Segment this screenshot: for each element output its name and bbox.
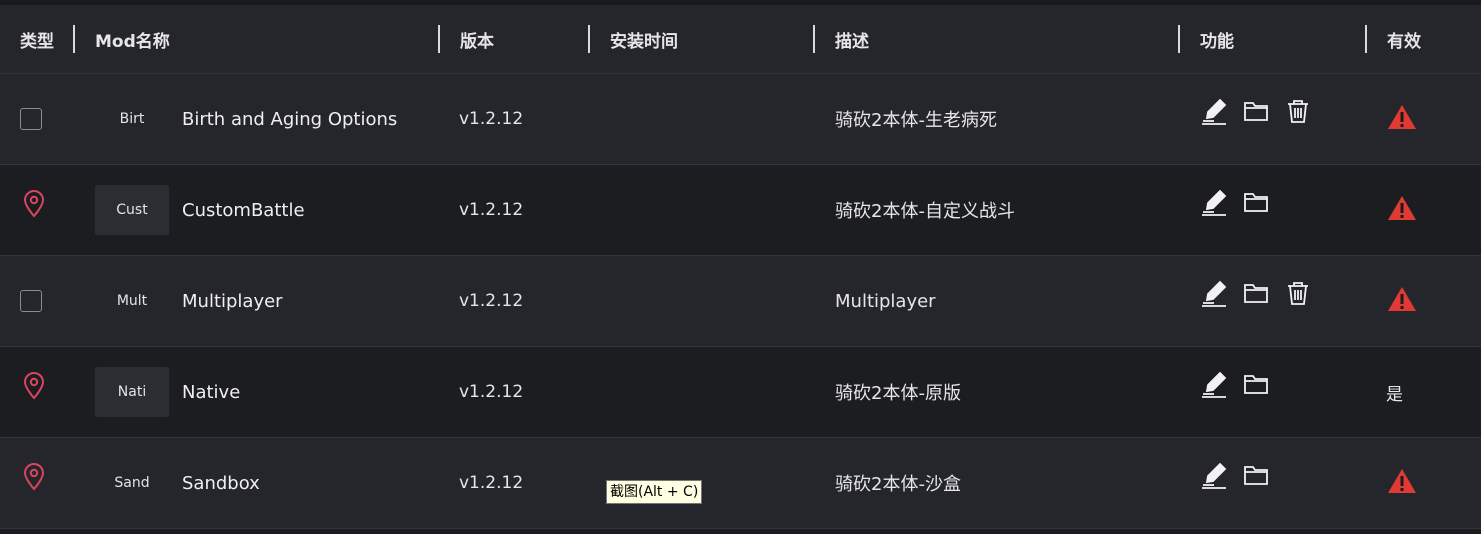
mod-description: 骑砍2本体-生老病死 [835,110,997,131]
mod-description: Multiplayer [835,290,936,312]
valid-cell [1386,438,1418,528]
edit-icon[interactable] [1200,188,1228,220]
mod-version: v1.2.12 [459,200,524,220]
mod-name: Birth and Aging Options [182,108,398,130]
header-functions[interactable]: 功能 [1200,5,1234,73]
header-description[interactable]: 描述 [835,5,869,73]
function-cell [1200,432,1270,522]
mod-thumbnail: Birt [119,111,145,127]
mod-version: v1.2.12 [459,382,524,402]
valid-cell [1386,165,1418,255]
select-checkbox[interactable] [20,108,42,130]
mod-description: 骑砍2本体-沙盒 [835,474,961,495]
thumb-cell: Cust [95,165,169,255]
type-cell [20,256,42,346]
warning-icon [1386,103,1418,135]
screenshot-tooltip: 截图(Alt + C) [606,480,703,504]
location-pin-icon[interactable] [22,372,46,404]
table-header: 类型 Mod名称 版本 安装时间 描述 功能 有效 [0,5,1481,74]
mod-version: v1.2.12 [459,291,524,311]
edit-icon[interactable] [1200,97,1228,129]
location-pin-icon[interactable] [22,463,46,495]
thumb-cell: Mult [95,256,169,346]
valid-text: 是 [1386,384,1403,405]
mod-thumbnail: Cust [95,185,169,235]
function-cell [1200,250,1312,340]
folder-icon[interactable] [1242,97,1270,129]
thumb-cell: Nati [95,347,169,437]
mod-name: Native [182,381,241,403]
warning-icon [1386,467,1418,499]
type-cell [20,74,42,164]
folder-icon[interactable] [1242,188,1270,220]
mod-thumbnail: Nati [95,367,169,417]
type-cell [20,347,46,437]
column-resizer[interactable] [1365,25,1367,53]
table-row[interactable]: Mult Multiplayer v1.2.12 Multiplayer [0,256,1481,347]
delete-icon[interactable] [1284,97,1312,129]
folder-icon[interactable] [1242,461,1270,493]
valid-cell: 是 [1386,347,1403,437]
header-type[interactable]: 类型 [20,5,54,73]
mod-manager: 类型 Mod名称 版本 安装时间 描述 功能 有效 Birt Birth and … [0,0,1481,534]
mod-name: CustomBattle [182,199,305,221]
select-checkbox[interactable] [20,290,42,312]
mod-description: 骑砍2本体-原版 [835,383,961,404]
column-resizer[interactable] [438,25,440,53]
mod-version: v1.2.12 [459,473,524,493]
function-cell [1200,159,1270,249]
valid-cell [1386,74,1418,164]
table-row[interactable]: Nati Native v1.2.12 骑砍2本体-原版 是 [0,347,1481,438]
type-cell [20,438,46,528]
mod-description: 骑砍2本体-自定义战斗 [835,201,1015,222]
warning-icon [1386,194,1418,226]
header-name[interactable]: Mod名称 [95,5,170,73]
edit-icon[interactable] [1200,370,1228,402]
edit-icon[interactable] [1200,461,1228,493]
folder-icon[interactable] [1242,370,1270,402]
header-install-time[interactable]: 安装时间 [610,5,678,73]
function-cell [1200,68,1312,158]
mod-thumbnail: Mult [116,293,148,309]
header-valid[interactable]: 有效 [1387,5,1421,73]
mod-thumbnail: Sand [114,475,150,491]
table-row[interactable]: Birt Birth and Aging Options v1.2.12 骑砍2本体-… [0,74,1481,165]
column-resizer[interactable] [813,25,815,53]
type-cell [20,165,46,255]
header-version[interactable]: 版本 [460,5,494,73]
column-resizer[interactable] [73,25,75,53]
table-row[interactable]: Cust CustomBattle v1.2.12 骑砍2本体-自定义战斗 [0,165,1481,256]
valid-cell [1386,256,1418,346]
location-pin-icon[interactable] [22,190,46,222]
delete-icon[interactable] [1284,279,1312,311]
column-resizer[interactable] [1178,25,1180,53]
table-row[interactable]: Sand Sandbox v1.2.12 骑砍2本体-沙盒 [0,438,1481,529]
mod-name: Multiplayer [182,290,283,312]
mod-version: v1.2.12 [459,109,524,129]
function-cell [1200,341,1270,431]
warning-icon [1386,285,1418,317]
column-resizer[interactable] [588,25,590,53]
thumb-cell: Birt [95,74,169,164]
mod-name: Sandbox [182,472,260,494]
edit-icon[interactable] [1200,279,1228,311]
folder-icon[interactable] [1242,279,1270,311]
thumb-cell: Sand [95,438,169,528]
